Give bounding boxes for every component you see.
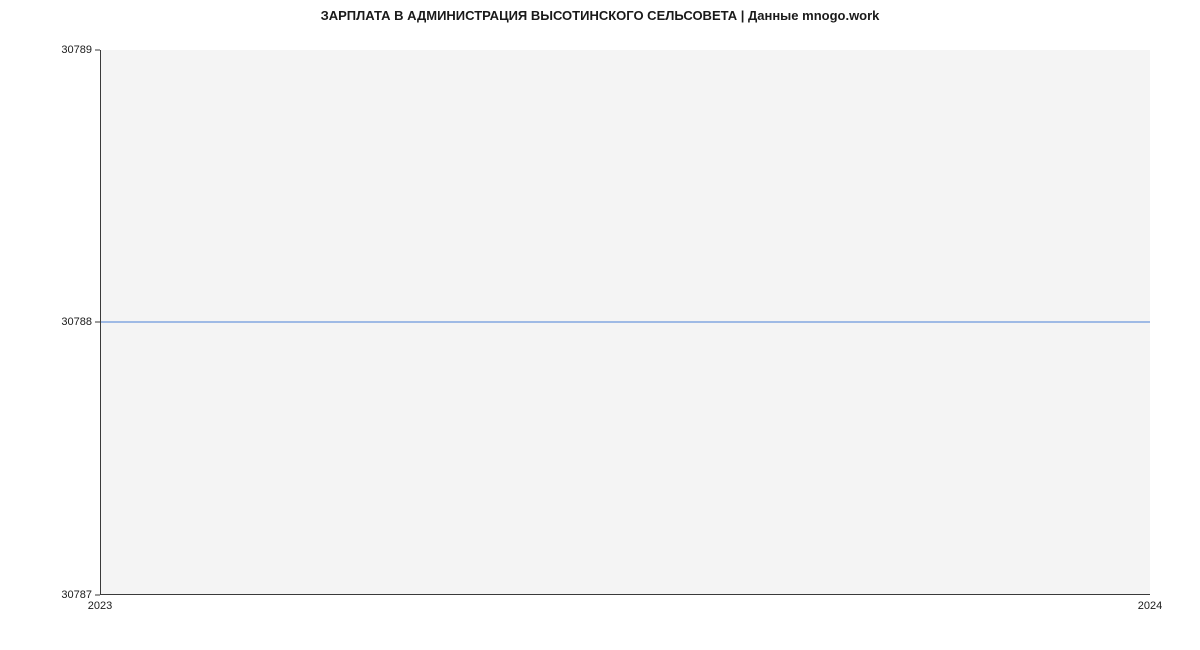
x-tick-label: 2024: [1138, 600, 1162, 612]
data-line: [101, 322, 1150, 323]
plot-area: [100, 50, 1150, 595]
y-tick-label: 30789: [61, 44, 92, 56]
y-tick-mark: [95, 322, 100, 323]
y-tick-mark: [95, 50, 100, 51]
x-tick-label: 2023: [88, 600, 112, 612]
y-tick-label: 30788: [61, 316, 92, 328]
chart-title: ЗАРПЛАТА В АДМИНИСТРАЦИЯ ВЫСОТИНСКОГО СЕ…: [0, 8, 1200, 23]
y-tick-mark: [95, 595, 100, 596]
